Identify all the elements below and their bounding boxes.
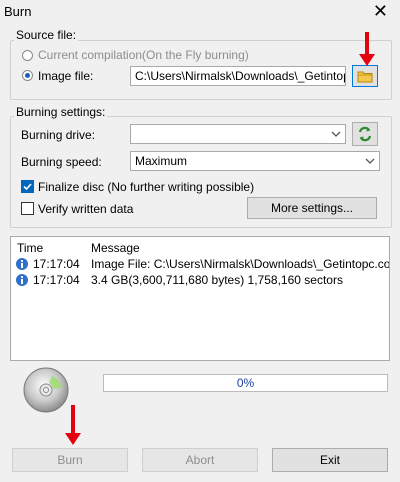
refresh-drives-button[interactable] [352, 122, 378, 146]
abort-button[interactable]: Abort [142, 448, 258, 472]
chevron-down-icon [331, 125, 341, 143]
exit-button[interactable]: Exit [272, 448, 388, 472]
folder-icon [357, 71, 373, 86]
verify-data-checkbox[interactable] [21, 202, 34, 215]
burn-progress-label: 0% [236, 376, 255, 390]
image-file-radio[interactable] [22, 70, 33, 81]
current-compilation-label: Current compilation(On the Fly burning) [38, 48, 249, 62]
burning-settings-legend: Burning settings: [14, 105, 108, 119]
burning-drive-label: Burning drive: [21, 128, 96, 142]
more-settings-button[interactable]: More settings... [247, 197, 377, 219]
log-message: Image File: C:\Users\Nirmalsk\Downloads\… [91, 257, 389, 271]
log-time: 17:17:04 [33, 273, 80, 287]
info-icon [15, 273, 29, 287]
burning-speed-select[interactable]: Maximum [130, 151, 380, 171]
finalize-disc-checkbox[interactable] [21, 180, 34, 193]
log-row[interactable]: 17:17:04 3.4 GB(3,600,711,680 bytes) 1,7… [11, 272, 389, 288]
burning-speed-value: Maximum [135, 154, 188, 168]
image-path-field[interactable]: C:\Users\Nirmalsk\Downloads\_Getintopc.c… [130, 66, 346, 86]
verify-data-label[interactable]: Verify written data [38, 202, 133, 216]
burn-button[interactable]: Burn [12, 448, 128, 472]
source-file-legend: Source file: [14, 28, 79, 42]
finalize-disc-label[interactable]: Finalize disc (No further writing possib… [38, 180, 254, 194]
refresh-icon [356, 126, 374, 146]
image-file-label[interactable]: Image file: [38, 69, 93, 83]
log-list[interactable]: Time Message 17:17:04 Image File: C:\Use… [10, 236, 390, 361]
current-compilation-radio [22, 50, 33, 61]
chevron-down-icon [365, 152, 375, 170]
annotation-arrow-burn [65, 405, 81, 445]
disc-icon [22, 366, 70, 414]
checkmark-icon [23, 183, 32, 191]
log-time: 17:17:04 [33, 257, 80, 271]
burning-speed-label: Burning speed: [21, 155, 102, 169]
log-header-time: Time [17, 241, 44, 255]
annotation-arrow-browse [359, 32, 375, 66]
log-message: 3.4 GB(3,600,711,680 bytes) 1,758,160 se… [91, 273, 343, 287]
burning-drive-select[interactable] [130, 124, 346, 144]
close-button[interactable]: ✕ [373, 2, 388, 20]
browse-image-button[interactable] [352, 65, 378, 87]
log-header-message: Message [91, 241, 140, 255]
burn-progress-bar: 0% [103, 374, 388, 392]
window-title: Burn [4, 4, 32, 19]
info-icon [15, 257, 29, 271]
log-row[interactable]: 17:17:04 Image File: C:\Users\Nirmalsk\D… [11, 256, 389, 272]
